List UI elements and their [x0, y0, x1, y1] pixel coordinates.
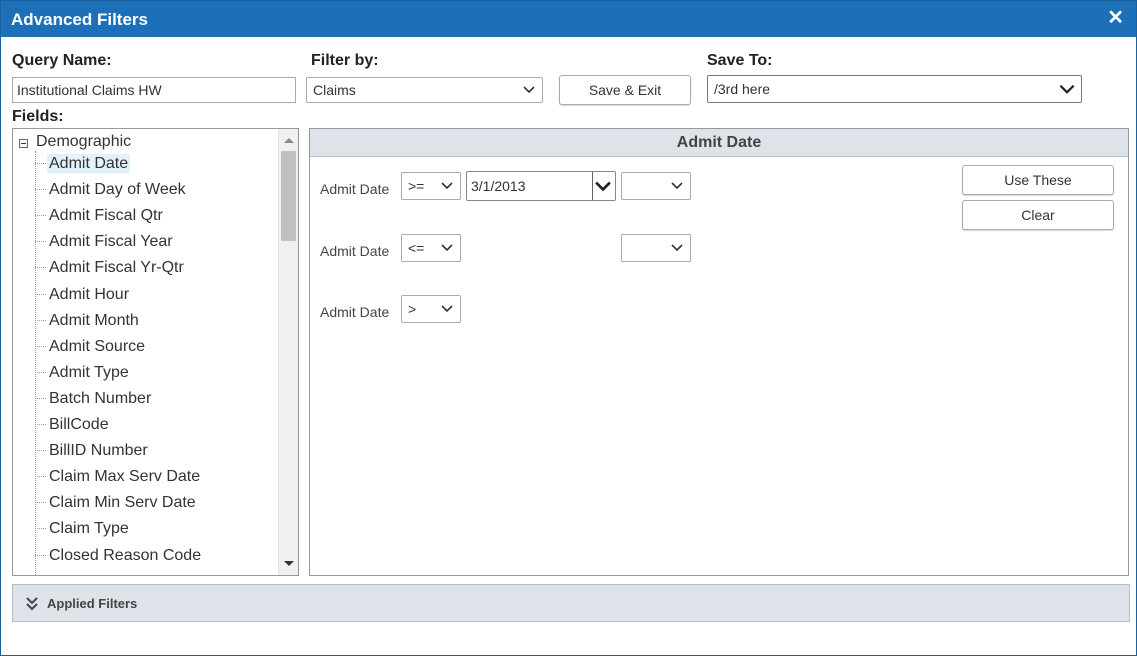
tree-item[interactable]: Admit Month: [35, 312, 141, 336]
save-to-value: /3rd here: [714, 81, 771, 97]
tree-connector: [35, 450, 46, 452]
tree-connector: [35, 424, 46, 426]
chevron-down-icon: [523, 86, 535, 94]
row2-label: Admit Date: [320, 243, 390, 259]
chevron-down-icon: [1059, 84, 1075, 94]
minus-box-icon[interactable]: [19, 139, 28, 148]
tree-connector: [35, 294, 46, 296]
filter-panel: Admit Date Admit Date >= 3/1/2013 Admit …: [309, 128, 1129, 576]
tree-item[interactable]: Batch Number: [35, 390, 153, 414]
tree-item-label: Admit Fiscal Qtr: [49, 207, 163, 224]
double-chevron-down-icon[interactable]: [26, 597, 38, 611]
row2-operator-value: <=: [408, 240, 425, 256]
use-these-button[interactable]: Use These: [962, 165, 1114, 195]
tree-item-label: Admit Hour: [49, 286, 130, 303]
chevron-down-icon: [671, 182, 683, 190]
tree-item-label: Admit Fiscal Year: [49, 233, 173, 250]
chevron-down-icon[interactable]: [595, 180, 611, 192]
chevron-down-icon: [441, 305, 453, 313]
scroll-down-icon[interactable]: [284, 561, 294, 566]
tree-item[interactable]: Admit Fiscal Year: [35, 233, 175, 257]
tree-group-demographic[interactable]: Demographic: [36, 133, 131, 151]
tree-connector: [35, 555, 46, 557]
tree-connector: [35, 241, 46, 243]
title-bar: Advanced Filters ✕: [1, 1, 1136, 37]
tree-item-label: Admit Day of Week: [49, 181, 186, 198]
chevron-down-icon: [671, 244, 683, 252]
tree-item-label: Closed Reason Code: [49, 547, 202, 564]
row1-operator-value: >=: [408, 178, 425, 194]
close-icon[interactable]: ✕: [1107, 8, 1124, 28]
tree-item[interactable]: Admit Date: [35, 154, 131, 179]
tree-item[interactable]: Admit Day of Week: [35, 181, 188, 205]
tree-connector: [35, 372, 46, 374]
applied-filters-label: Applied Filters: [47, 596, 138, 611]
row3-label: Admit Date: [320, 304, 390, 320]
tree-connector: [35, 398, 46, 400]
tree-item-label: Admit Date: [47, 154, 131, 173]
chevron-down-icon: [441, 244, 453, 252]
chevron-down-icon: [441, 182, 453, 190]
scroll-up-icon[interactable]: [284, 138, 294, 143]
tree-connector: [35, 528, 46, 530]
tree-item[interactable]: Admit Fiscal Qtr: [35, 207, 165, 231]
tree-item[interactable]: Claim Type: [35, 520, 131, 544]
row1-label: Admit Date: [320, 181, 390, 197]
tree-item-label: Batch Number: [49, 390, 152, 407]
tree-scrollbar[interactable]: [278, 129, 298, 575]
row1-third-select[interactable]: [621, 172, 691, 200]
row1-date-input[interactable]: [467, 172, 593, 200]
tree-item[interactable]: Closed Reason Code: [35, 547, 203, 571]
tree-item[interactable]: Claim Min Serv Date: [35, 494, 198, 518]
save-to-label: Save To:: [707, 52, 773, 69]
filter-by-label: Filter by:: [311, 52, 379, 69]
applied-filters-bar[interactable]: Applied Filters: [12, 584, 1130, 622]
tree-connector: [35, 476, 46, 478]
scroll-thumb[interactable]: [281, 151, 296, 241]
query-name-label: Query Name:: [12, 52, 112, 69]
tree-item-label: Admit Source: [49, 338, 146, 355]
save-to-select[interactable]: /3rd here: [707, 75, 1082, 103]
tree-connector: [35, 189, 46, 191]
tree-item-label: Admit Fiscal Yr-Qtr: [49, 259, 184, 276]
tree-item-label: BillID Number: [49, 442, 148, 459]
tree-item-label: Claim Type: [49, 520, 129, 537]
row2-operator-select[interactable]: <=: [401, 234, 461, 262]
tree-connector: [35, 163, 46, 165]
fields-label: Fields:: [12, 108, 64, 125]
tree-item[interactable]: BillID Number: [35, 442, 150, 466]
tree-item[interactable]: Claim Max Serv Date: [35, 468, 202, 492]
tree-connector: [35, 320, 46, 322]
tree-connector: [35, 215, 46, 217]
row3-operator-value: >: [408, 301, 417, 317]
tree-item[interactable]: Admit Hour: [35, 286, 131, 310]
panel-title: Admit Date: [310, 129, 1128, 157]
tree-connector: [35, 267, 46, 269]
query-name-input[interactable]: [12, 77, 296, 103]
tree-connector: [35, 502, 46, 504]
filter-by-select[interactable]: Claims: [306, 77, 543, 103]
filter-by-value: Claims: [313, 82, 356, 98]
tree-item-label: Claim Max Serv Date: [49, 468, 201, 485]
row3-operator-select[interactable]: >: [401, 295, 461, 323]
tree-connector: [35, 346, 46, 348]
tree-item[interactable]: Admit Source: [35, 338, 147, 362]
fields-tree: Demographic Admit Date Admit Day of Week A…: [12, 128, 299, 576]
tree-item-label: Admit Month: [49, 312, 139, 329]
row2-third-select[interactable]: [621, 234, 691, 262]
tree-item-label: Claim Min Serv Date: [49, 494, 196, 511]
advanced-filters-dialog: Advanced Filters ✕ Query Name: Filter by…: [0, 0, 1137, 656]
row1-operator-select[interactable]: >=: [401, 172, 461, 200]
tree-item-label: Admit Type: [49, 364, 129, 381]
save-exit-button[interactable]: Save & Exit: [559, 75, 691, 105]
row1-date-combo[interactable]: 3/1/2013: [466, 171, 616, 201]
clear-button[interactable]: Clear: [962, 200, 1114, 230]
tree-item[interactable]: BillCode: [35, 416, 111, 440]
tree-item[interactable]: Admit Fiscal Yr-Qtr: [35, 259, 186, 283]
tree-item[interactable]: Admit Type: [35, 364, 131, 388]
dialog-title: Advanced Filters: [11, 10, 148, 29]
tree-item-label: BillCode: [49, 416, 109, 433]
